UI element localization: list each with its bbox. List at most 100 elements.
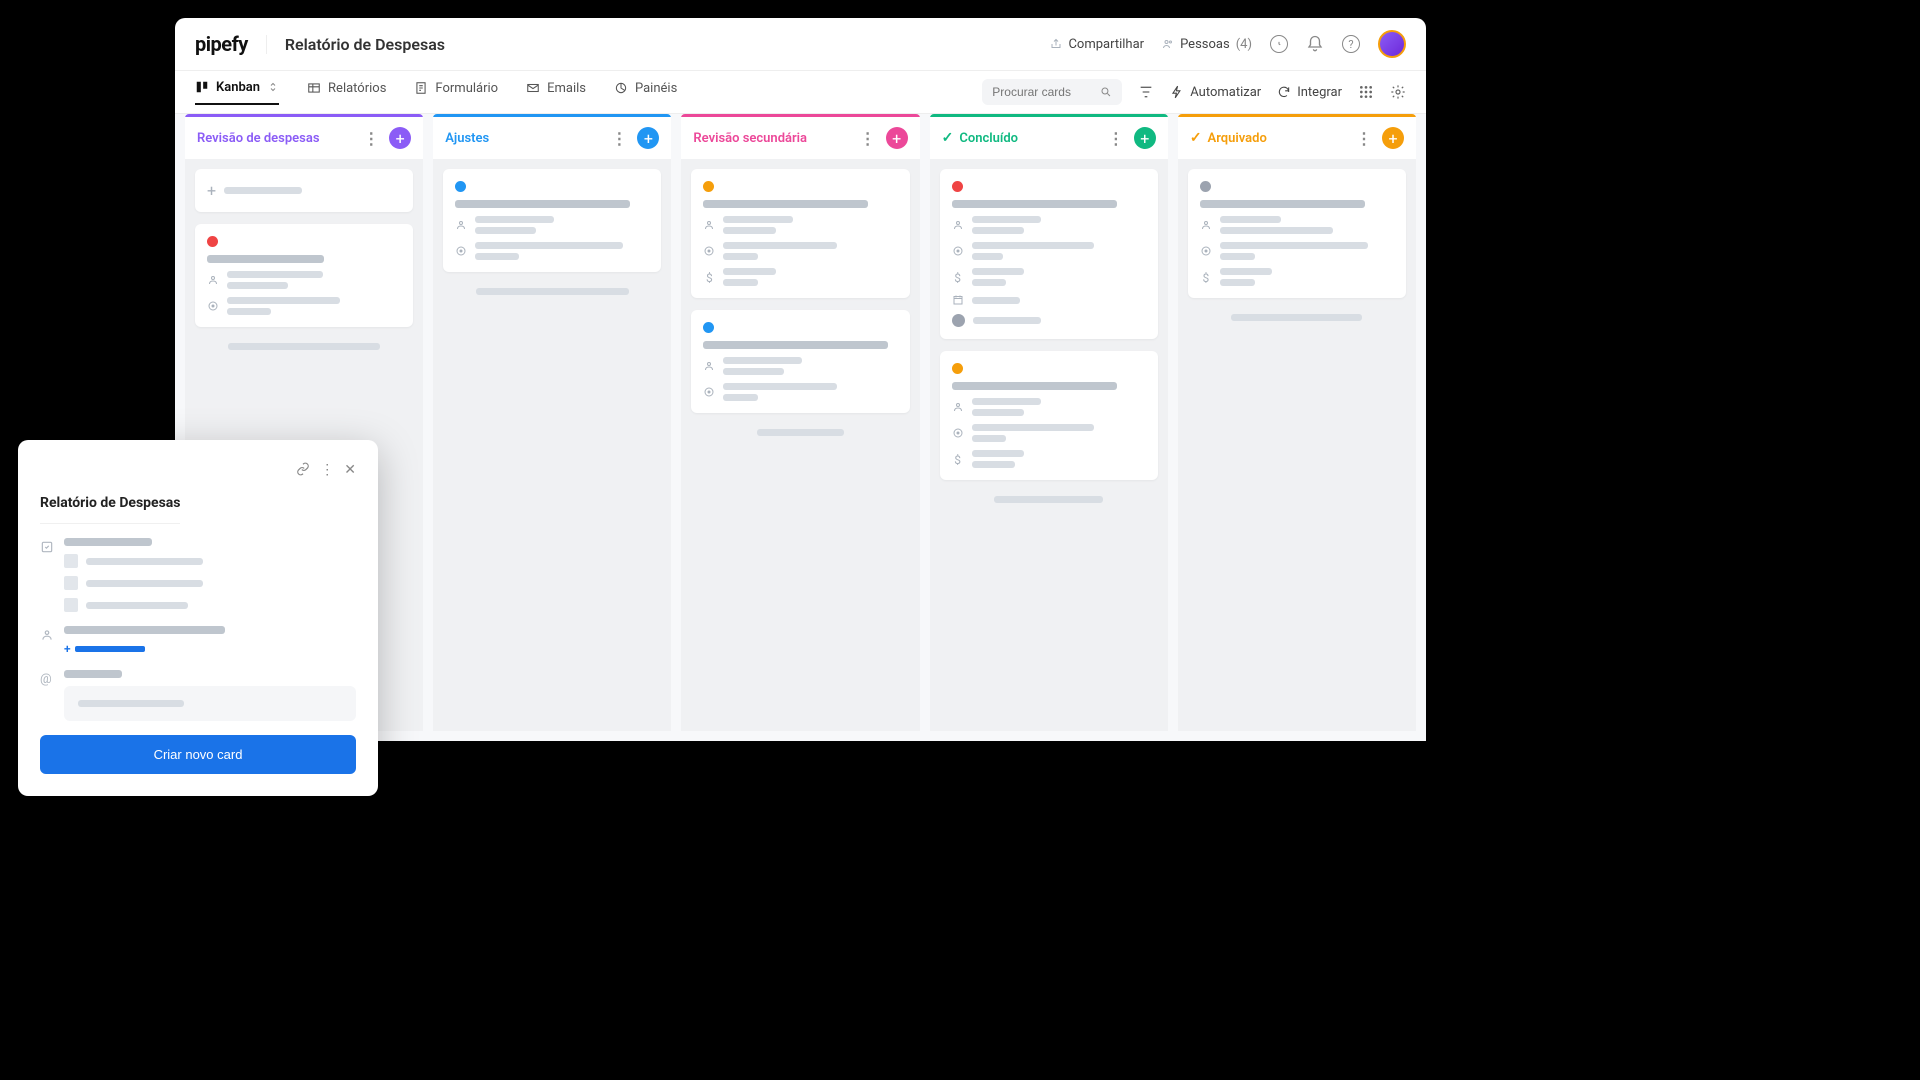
column-more-icon[interactable]: ⋮ [1104,129,1128,148]
checkbox-icon [40,540,54,554]
tab-form-label: Formulário [435,81,498,96]
column-body: $ $ [930,159,1168,517]
header: pipefy Relatório de Despesas Compartilha… [175,18,1426,71]
plus-icon: + [207,181,216,200]
tab-kanban[interactable]: Kanban [195,80,279,105]
column-footer-placeholder [1231,314,1362,321]
column-footer-placeholder [228,343,381,350]
close-icon[interactable]: ✕ [344,462,356,478]
pie-icon [614,81,628,95]
at-icon: @ [40,672,54,686]
integrate-button[interactable]: Integrar [1277,85,1342,100]
column-more-icon[interactable]: ⋮ [607,129,631,148]
filter-icon[interactable] [1138,84,1154,100]
column-footer-placeholder [476,288,629,295]
calendar-icon [952,294,964,306]
column-add-button[interactable]: + [886,127,908,149]
modal-actions: ⋮ ✕ [40,462,356,478]
status-dot [952,363,963,374]
column-more-icon[interactable]: ⋮ [359,129,383,148]
column-title: Concluído [959,131,1097,146]
tab-emails[interactable]: Emails [526,81,586,104]
modal-more-icon[interactable]: ⋮ [320,462,334,478]
column-add-button[interactable]: + [389,127,411,149]
people-label: Pessoas [1180,37,1230,52]
column-footer-placeholder [994,496,1103,503]
person-icon [703,360,715,372]
bolt-icon [1170,85,1184,99]
people-icon [1162,38,1174,50]
share-label: Compartilhar [1068,37,1144,52]
history-icon[interactable] [1270,35,1288,53]
plus-icon: + [64,642,71,656]
create-card-button[interactable]: Criar novo card [40,735,356,774]
column-concluido: ✓ Concluído ⋮ + $ [930,114,1168,731]
card[interactable]: $ [1188,169,1406,298]
radio-icon [952,427,964,439]
dollar-icon: $ [952,271,964,283]
status-dot [952,181,963,192]
tab-kanban-label: Kanban [216,80,260,95]
tab-panels[interactable]: Painéis [614,81,677,104]
dollar-icon: $ [703,271,715,283]
column-header: ✓ Arquivado ⋮ + [1178,117,1416,159]
person-icon [952,401,964,413]
card[interactable] [691,310,909,413]
checkbox[interactable] [64,598,78,612]
column-add-button[interactable]: + [1134,127,1156,149]
status-dot [1200,181,1211,192]
column-arquivado: ✓ Arquivado ⋮ + $ [1178,114,1416,731]
column-header: Revisão secundária ⋮ + [681,117,919,159]
people-count: (4) [1236,37,1252,52]
column-more-icon[interactable]: ⋮ [1352,129,1376,148]
status-dot [703,181,714,192]
email-icon [526,81,540,95]
people-button[interactable]: Pessoas (4) [1162,37,1252,52]
person-icon [207,274,219,286]
help-icon[interactable]: ? [1342,35,1360,53]
status-dot [455,181,466,192]
radio-icon [952,245,964,257]
modal-title: Relatório de Despesas [40,495,180,524]
search-input[interactable] [992,85,1094,99]
search-box[interactable] [982,79,1122,105]
integrate-label: Integrar [1297,85,1342,100]
column-ajustes: Ajustes ⋮ + [433,114,671,731]
card[interactable]: $ [691,169,909,298]
radio-icon [1200,245,1212,257]
card[interactable]: $ [940,169,1158,339]
tab-panels-label: Painéis [635,81,677,96]
card[interactable] [443,169,661,272]
gear-icon[interactable] [1390,84,1406,100]
kanban-icon [195,80,209,94]
column-body: $ [681,159,919,450]
automate-button[interactable]: Automatizar [1170,85,1261,100]
card-new[interactable]: + [195,169,413,212]
column-add-button[interactable]: + [637,127,659,149]
refresh-icon [1277,85,1291,99]
check-icon: ✓ [1190,130,1202,146]
column-more-icon[interactable]: ⋮ [856,129,880,148]
checkbox[interactable] [64,576,78,590]
add-assignee-link[interactable]: + [64,642,356,656]
apps-icon[interactable] [1358,84,1374,100]
description-input[interactable] [64,686,356,721]
share-button[interactable]: Compartilhar [1050,37,1144,52]
tab-form[interactable]: Formulário [414,81,498,104]
notifications-icon[interactable] [1306,35,1324,53]
column-footer-placeholder [757,429,844,436]
link-icon[interactable] [296,462,310,476]
check-icon: ✓ [942,130,954,146]
tab-emails-label: Emails [547,81,586,96]
card[interactable] [195,224,413,327]
person-icon [40,628,54,642]
checkbox[interactable] [64,554,78,568]
card[interactable]: $ [940,351,1158,480]
page-title: Relatório de Despesas [266,35,445,54]
column-add-button[interactable]: + [1382,127,1404,149]
share-icon [1050,38,1062,50]
tab-reports[interactable]: Relatórios [307,81,386,104]
avatar[interactable] [1378,30,1406,58]
header-right: Compartilhar Pessoas (4) ? [1050,30,1406,58]
column-header: ✓ Concluído ⋮ + [930,117,1168,159]
